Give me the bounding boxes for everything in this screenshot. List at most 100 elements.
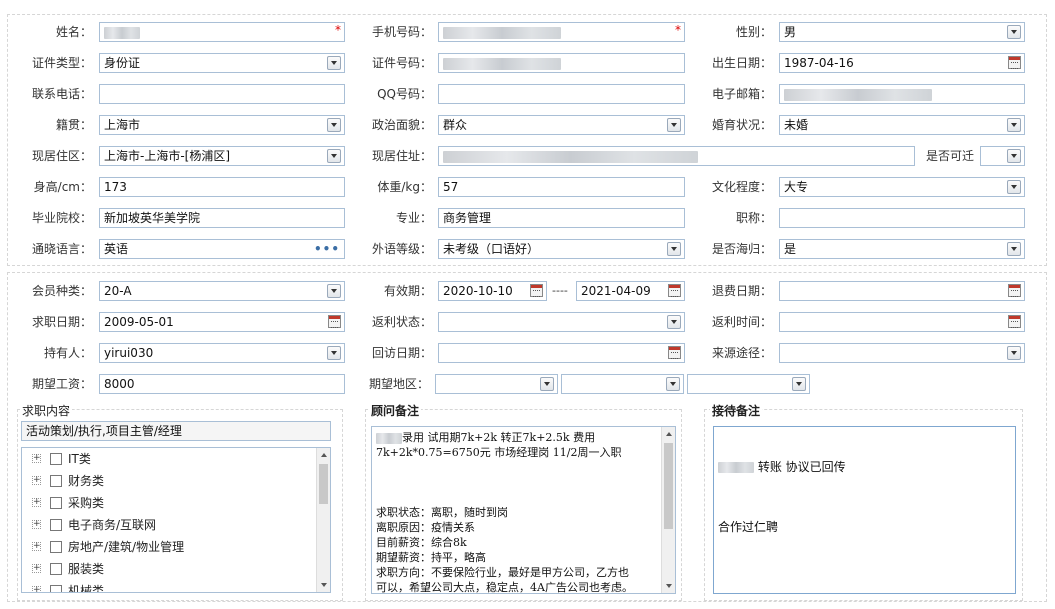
- title-field[interactable]: [779, 208, 1025, 228]
- member-type-value: 20-A: [104, 284, 132, 298]
- chevron-down-icon[interactable]: [667, 315, 681, 329]
- expected-salary-field[interactable]: 8000: [99, 374, 345, 394]
- chevron-down-icon[interactable]: [1007, 242, 1021, 256]
- scroll-up-icon[interactable]: [317, 448, 330, 462]
- residence-address-field[interactable]: [438, 146, 915, 166]
- rebate-time-field[interactable]: [779, 312, 1025, 332]
- checkbox[interactable]: [50, 497, 62, 509]
- returnee-select[interactable]: 是: [779, 239, 1025, 259]
- expected-region-city-select[interactable]: [561, 374, 684, 394]
- tree-item-label: 房地产/建筑/物业管理: [68, 540, 185, 554]
- job-seek-date-field[interactable]: 2009-05-01: [99, 312, 345, 332]
- name-field[interactable]: *: [99, 22, 345, 42]
- height-field[interactable]: 173: [99, 177, 345, 197]
- scroll-thumb[interactable]: [319, 464, 328, 504]
- gender-label: 性别：: [735, 25, 772, 39]
- school-field[interactable]: 新加坡英华美学院: [99, 208, 345, 228]
- scroll-up-icon[interactable]: [662, 427, 675, 441]
- id-number-field[interactable]: [438, 53, 685, 73]
- revisit-date-field[interactable]: [438, 343, 685, 363]
- holder-select[interactable]: yirui030: [99, 343, 345, 363]
- refund-date-field[interactable]: [779, 281, 1025, 301]
- scroll-down-icon[interactable]: [662, 579, 675, 593]
- checkbox[interactable]: [50, 541, 62, 553]
- marital-status-select[interactable]: 未婚: [779, 115, 1025, 135]
- expand-icon[interactable]: +: [32, 564, 41, 573]
- reception-notes-title: 接待备注: [710, 402, 763, 419]
- expand-icon[interactable]: +: [32, 586, 41, 592]
- chevron-down-icon[interactable]: [327, 118, 341, 132]
- redacted-email: [784, 88, 932, 101]
- profile-section: [7, 14, 1047, 266]
- expected-region-district-select[interactable]: [687, 374, 810, 394]
- major-label: 专业：: [395, 211, 432, 225]
- chevron-down-icon[interactable]: [540, 377, 554, 391]
- tree-scrollbar[interactable]: [316, 448, 330, 592]
- expected-region-province-select[interactable]: [435, 374, 558, 394]
- chevron-down-icon[interactable]: [1007, 118, 1021, 132]
- chevron-down-icon[interactable]: [327, 346, 341, 360]
- calendar-icon[interactable]: [1008, 284, 1021, 297]
- holder-label: 持有人：: [43, 346, 92, 360]
- chevron-down-icon[interactable]: [327, 284, 341, 298]
- calendar-icon[interactable]: [530, 284, 543, 297]
- phone-field[interactable]: *: [438, 22, 685, 42]
- scroll-down-icon[interactable]: [317, 578, 330, 592]
- chevron-down-icon[interactable]: [667, 242, 681, 256]
- job-category-tree[interactable]: + IT类 + 财务类 + 采购类 + 电子商务/互联网 + 房地产/建筑/物业管理 + 服…: [21, 447, 331, 593]
- id-type-select[interactable]: 身份证: [99, 53, 345, 73]
- expand-icon[interactable]: +: [32, 476, 41, 485]
- job-seek-date-label: 求职日期：: [31, 315, 92, 329]
- residence-area-select[interactable]: 上海市-上海市-[杨浦区]: [99, 146, 345, 166]
- native-place-select[interactable]: 上海市: [99, 115, 345, 135]
- expand-icon[interactable]: +: [32, 498, 41, 507]
- expand-icon[interactable]: +: [32, 542, 41, 551]
- chevron-down-icon[interactable]: [327, 56, 341, 70]
- chevron-down-icon[interactable]: [1007, 25, 1021, 39]
- reception-notes-line-1: 转账 协议已回传: [718, 460, 1011, 475]
- scroll-thumb[interactable]: [664, 443, 673, 529]
- valid-start-field[interactable]: 2020-10-10: [438, 281, 547, 301]
- chevron-down-icon[interactable]: [667, 118, 681, 132]
- email-field[interactable]: [779, 84, 1025, 104]
- chevron-down-icon[interactable]: [666, 377, 680, 391]
- chevron-down-icon[interactable]: [1007, 180, 1021, 194]
- expand-icon[interactable]: +: [32, 454, 41, 463]
- foreign-level-value: 未考级（口语好）: [443, 242, 540, 256]
- calendar-icon[interactable]: [1008, 56, 1021, 69]
- checkbox[interactable]: [50, 453, 62, 465]
- chevron-down-icon[interactable]: [327, 149, 341, 163]
- chevron-down-icon[interactable]: [792, 377, 806, 391]
- checkbox[interactable]: [50, 585, 62, 592]
- checkbox[interactable]: [50, 475, 62, 487]
- expand-icon[interactable]: +: [32, 520, 41, 529]
- weight-field[interactable]: 57: [438, 177, 685, 197]
- consultant-notes-textarea[interactable]: 录用 试用期7k+2k 转正7k+2.5k 费用 7k+2k*0.75=6750…: [371, 426, 676, 594]
- checkbox[interactable]: [50, 519, 62, 531]
- member-type-select[interactable]: 20-A: [99, 281, 345, 301]
- rebate-status-select[interactable]: [438, 312, 685, 332]
- valid-end-field[interactable]: 2021-04-09: [576, 281, 685, 301]
- job-content-summary[interactable]: 活动策划/执行,项目主管/经理: [21, 421, 331, 441]
- contact-phone-field[interactable]: [99, 84, 345, 104]
- residence-area-value: 上海市-上海市-[杨浦区]: [104, 149, 231, 163]
- source-select[interactable]: [779, 343, 1025, 363]
- redacted-phone: [443, 26, 561, 39]
- political-status-select[interactable]: 群众: [438, 115, 685, 135]
- gender-select[interactable]: 男: [779, 22, 1025, 42]
- foreign-level-select[interactable]: 未考级（口语好）: [438, 239, 685, 259]
- education-select[interactable]: 大专: [779, 177, 1025, 197]
- calendar-icon[interactable]: [1008, 315, 1021, 328]
- holder-value: yirui030: [104, 346, 154, 360]
- can-relocate-select[interactable]: [980, 146, 1025, 166]
- chevron-down-icon[interactable]: [1007, 149, 1021, 163]
- reception-notes-textarea[interactable]: 转账 协议已回传 合作过仁聘: [713, 426, 1016, 594]
- checkbox[interactable]: [50, 563, 62, 575]
- major-field[interactable]: 商务管理: [438, 208, 685, 228]
- birth-date-field[interactable]: 1987-04-16: [779, 53, 1025, 73]
- language-field[interactable]: 英语 •••: [99, 239, 345, 259]
- notes-scrollbar[interactable]: [661, 427, 675, 593]
- chevron-down-icon[interactable]: [1007, 346, 1021, 360]
- qq-field[interactable]: [438, 84, 685, 104]
- ellipsis-icon[interactable]: •••: [314, 240, 340, 258]
